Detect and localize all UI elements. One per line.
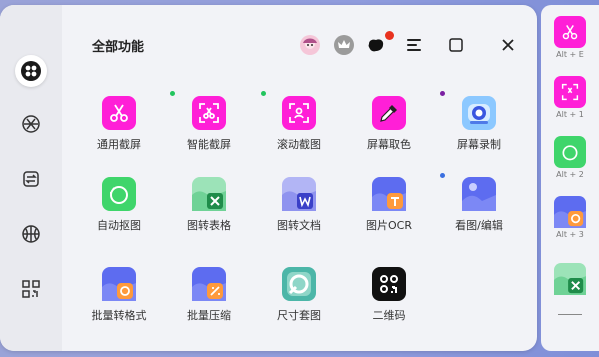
tool-color-picker[interactable]: 屏幕取色	[344, 96, 434, 162]
tool-label: 智能截屏	[187, 138, 231, 151]
tool-image-ocr[interactable]: 图片OCR	[344, 177, 434, 243]
all-features-icon[interactable]	[15, 55, 47, 87]
qr-scan-icon[interactable]	[15, 273, 47, 305]
image-to-word-icon	[282, 177, 316, 211]
feature-panel: 全部功能 通用截屏 智能截屏 滚动截图 屏幕取色 屏幕录制 自动抠图 图转表格 …	[0, 5, 537, 351]
ocr-icon	[372, 177, 406, 211]
menu-icon[interactable]	[404, 35, 424, 55]
shortcut-sidebar: Alt + E Alt + 1 Alt + 2 Alt + 3	[541, 5, 599, 351]
size-template-icon	[282, 267, 316, 301]
smart-screenshot-icon[interactable]	[554, 76, 586, 108]
camera-icon	[462, 96, 496, 130]
image-to-excel-icon	[192, 177, 226, 211]
tool-label: 屏幕取色	[367, 138, 411, 151]
aperture-icon[interactable]	[15, 108, 47, 140]
new-badge-dot	[440, 91, 445, 96]
left-rail	[0, 5, 62, 351]
tool-auto-cutout[interactable]: 自动抠图	[74, 177, 164, 243]
tool-label: 屏幕录制	[457, 138, 501, 151]
tool-label: 滚动截图	[277, 138, 321, 151]
tool-image-to-excel[interactable]: 图转表格	[164, 177, 254, 243]
tool-universal-screenshot[interactable]: 通用截屏	[74, 96, 164, 162]
tool-size-template[interactable]: 尺寸套图	[254, 267, 344, 333]
tool-scroll-screenshot[interactable]: 滚动截图	[254, 96, 344, 162]
tool-label: 自动抠图	[97, 219, 141, 232]
notification-dot	[385, 31, 394, 40]
image-viewer-icon	[462, 177, 496, 211]
shortcut-key: Alt + E	[556, 50, 584, 59]
skin-icon[interactable]	[366, 35, 386, 55]
scissors-icon	[102, 96, 136, 130]
qrcode-icon	[372, 267, 406, 301]
divider	[558, 314, 582, 315]
tool-image-viewer[interactable]: 看图/编辑	[434, 177, 524, 243]
batch-convert-icon[interactable]	[554, 196, 586, 228]
new-badge-dot	[170, 91, 175, 96]
batch-compress-icon	[192, 267, 226, 301]
shortcut-key: Alt + 3	[556, 230, 584, 239]
maximize-icon[interactable]	[446, 35, 466, 55]
convert-icon[interactable]	[15, 163, 47, 195]
cutout-icon[interactable]	[554, 136, 586, 168]
tool-screen-record[interactable]: 屏幕录制	[434, 96, 524, 162]
tool-label: 尺寸套图	[277, 309, 321, 322]
tool-label: 二维码	[372, 309, 406, 322]
new-badge-dot	[440, 173, 445, 178]
tool-qrcode[interactable]: 二维码	[344, 267, 434, 333]
close-icon[interactable]	[498, 35, 518, 55]
smart-screenshot-icon	[192, 96, 226, 130]
tool-label: 批量转格式	[91, 309, 147, 322]
shortcut-key: Alt + 2	[556, 170, 584, 179]
new-badge-dot	[261, 91, 266, 96]
scroll-screenshot-icon	[282, 96, 316, 130]
avatar-icon[interactable]	[300, 35, 320, 55]
tool-label: 批量压缩	[187, 309, 231, 322]
panel-title: 全部功能	[92, 40, 145, 55]
crown-icon[interactable]	[334, 35, 354, 55]
batch-convert-icon	[102, 267, 136, 301]
scissors-icon[interactable]	[554, 16, 586, 48]
cutout-icon	[102, 177, 136, 211]
tool-label: 图转文档	[277, 219, 321, 232]
tool-image-to-word[interactable]: 图转文档	[254, 177, 344, 243]
basketball-icon[interactable]	[15, 218, 47, 250]
tool-label: 图片OCR	[366, 219, 412, 232]
eyedropper-icon	[372, 96, 406, 130]
tool-label: 看图/编辑	[455, 219, 503, 232]
tool-batch-compress[interactable]: 批量压缩	[164, 267, 254, 333]
shortcut-key: Alt + 1	[556, 110, 584, 119]
tool-batch-convert[interactable]: 批量转格式	[74, 267, 164, 333]
tool-label: 图转表格	[187, 219, 231, 232]
tool-smart-screenshot[interactable]: 智能截屏	[164, 96, 254, 162]
tool-label: 通用截屏	[97, 138, 141, 151]
image-to-excel-icon[interactable]	[554, 263, 586, 295]
